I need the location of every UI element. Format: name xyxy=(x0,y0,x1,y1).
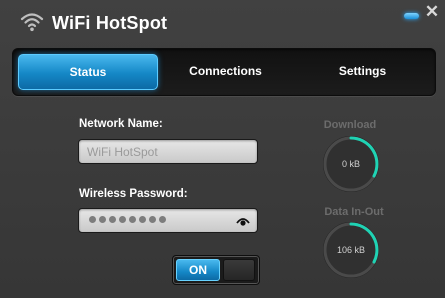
tab-bar: Status Connections Settings xyxy=(12,48,436,96)
minimize-icon[interactable] xyxy=(404,13,419,19)
data-in-out-value: 106 kB xyxy=(336,245,366,255)
hotspot-toggle[interactable]: ON xyxy=(172,255,260,285)
tab-connections[interactable]: Connections xyxy=(158,54,293,88)
download-title: Download xyxy=(323,119,377,131)
wireless-password-field[interactable] xyxy=(78,208,258,233)
tab-status[interactable]: Status xyxy=(18,54,158,90)
eye-icon[interactable] xyxy=(236,216,250,226)
password-mask xyxy=(89,216,166,223)
data-in-out-title: Data In-Out xyxy=(324,206,384,218)
tab-settings[interactable]: Settings xyxy=(295,54,430,88)
wireless-password-label: Wireless Password: xyxy=(79,188,188,200)
network-name-field[interactable] xyxy=(78,139,258,164)
wifi-icon xyxy=(20,13,44,32)
download-gauge: 0 kB xyxy=(321,134,381,194)
close-icon[interactable]: ✕ xyxy=(424,3,440,20)
app-window: WiFi HotSpot ✕ Status Connections Settin… xyxy=(0,0,445,298)
data-in-out-gauge: 106 kB xyxy=(321,220,381,280)
network-name-label: Network Name: xyxy=(79,118,163,130)
toggle-knob[interactable] xyxy=(223,259,255,281)
title-bar[interactable]: WiFi HotSpot ✕ xyxy=(0,0,445,46)
toggle-on-label: ON xyxy=(176,259,220,281)
download-value: 0 kB xyxy=(341,159,360,169)
app-title: WiFi HotSpot xyxy=(52,13,168,33)
network-name-input[interactable] xyxy=(79,140,257,163)
